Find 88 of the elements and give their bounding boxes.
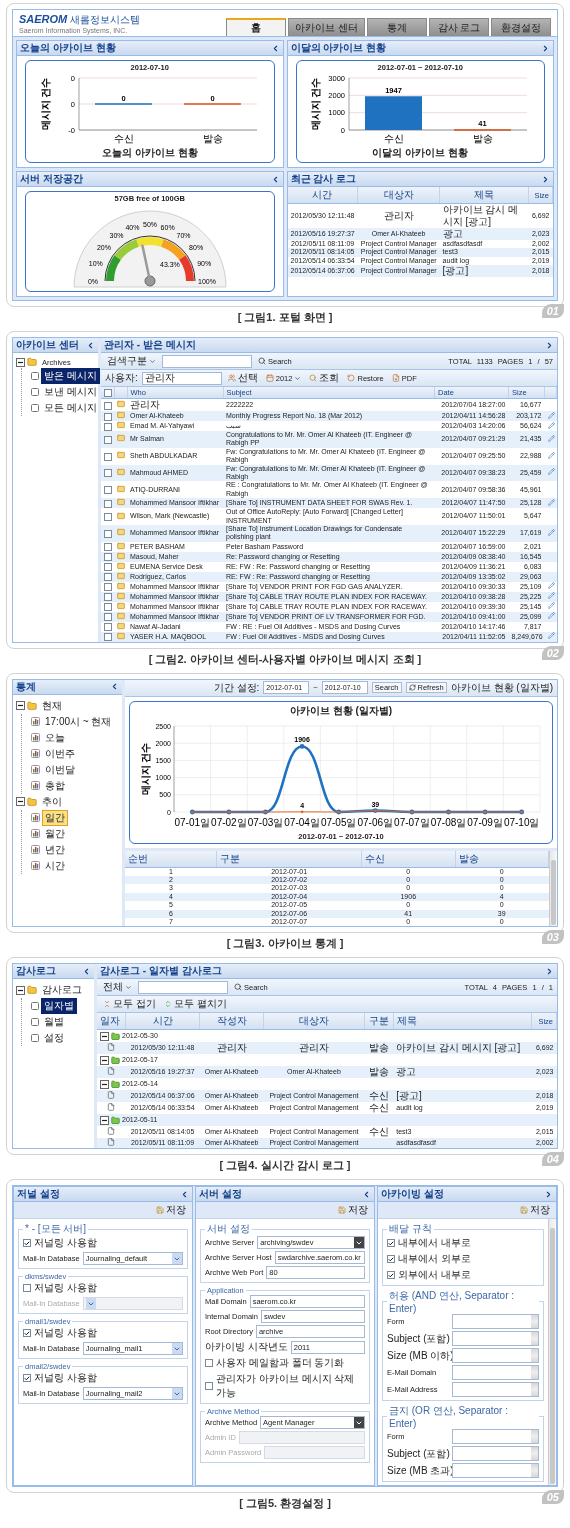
- field-label: Subject (포함): [387, 1446, 449, 1461]
- panel-title: 이달의 아카이브 현황: [290, 41, 387, 55]
- panel-title: 최근 감사 로그: [290, 172, 357, 186]
- checkbox-label: 내부에서 내부로: [398, 1236, 471, 1251]
- panel-title: 서버 설정: [199, 1187, 242, 1202]
- chart-title: 아카이브 현황 (일자별): [289, 703, 393, 718]
- panel-title: 저널 설정: [17, 1187, 60, 1202]
- checkbox-label: 저널링 사용함: [34, 1371, 97, 1386]
- company-name: 새롬정보시스템: [70, 13, 141, 27]
- table-cell: 관리자: [357, 203, 440, 228]
- axis-title: 이달의 아카이브 현황: [372, 146, 469, 160]
- column-header: 작성자: [199, 1013, 264, 1030]
- axis-label: 07-06일: [357, 816, 394, 828]
- figure-caption: [ 그림1. 포털 화면 ]: [237, 310, 333, 325]
- table-cell: 수신: [364, 1102, 394, 1115]
- checkbox-label: 저널링 사용함: [34, 1236, 97, 1251]
- axis-label: 07-10일: [503, 816, 540, 828]
- axis-label: 수신: [113, 133, 134, 144]
- axis-label: 발송: [472, 133, 493, 144]
- figure-caption: [ 그림4. 실시간 감시 로그 ]: [219, 1158, 351, 1174]
- axis-title: 메시지 건수: [139, 742, 151, 796]
- logo-wordmark: SAEROM: [19, 13, 68, 25]
- column-header: 대상자: [357, 187, 440, 204]
- table-cell: 관리자: [263, 1042, 365, 1055]
- period-label: 기간 설정:: [213, 680, 260, 695]
- column-header: 일자: [97, 1013, 126, 1030]
- checkbox-label: 외부에서 내부로: [398, 1268, 471, 1283]
- axis-title: 오늘의 아카이브 현황: [101, 146, 198, 160]
- checkbox-label: 사용자 메일함과 폴더 동기화: [216, 1356, 345, 1371]
- table-cell: 발송: [364, 1042, 394, 1055]
- checkbox-label: 저널링 사용함: [34, 1326, 97, 1341]
- group-legend: 서버 설정: [205, 1222, 252, 1237]
- checkbox-label: 내부에서 외부로: [398, 1252, 471, 1267]
- table-cell: [광고]: [393, 1090, 532, 1103]
- table-cell: 수신: [364, 1126, 394, 1139]
- panel-title: 오늘의 아카이브 현황: [20, 41, 116, 55]
- figure-number-badge: 02: [541, 645, 564, 660]
- panel-title: 감사로그: [16, 964, 56, 979]
- axis-label: 발송: [202, 133, 223, 144]
- group-legend: 허용 (AND 연산, Separator : Enter): [387, 1289, 539, 1315]
- table-cell: 아카이브 감시 메시지 [광고]: [393, 1042, 532, 1055]
- column-header: 대상자: [263, 1013, 365, 1030]
- field-label: 아카이빙 시작년도: [205, 1340, 288, 1355]
- table-cell: 광고: [393, 1066, 532, 1079]
- checkbox-label: 관리자가 아카이브 메시지 삭제 가능: [216, 1372, 356, 1401]
- table-cell: 아카이브 감시 메시지 [광고]: [439, 203, 529, 228]
- table-cell: 관리자: [127, 398, 223, 411]
- figure-number-badge: 04: [541, 1152, 564, 1167]
- column-header: 제목: [393, 1013, 532, 1030]
- table-cell: 관리자: [199, 1042, 264, 1055]
- panel-title: 아카이브 센터: [16, 338, 79, 352]
- group-legend: 금지 (OR 연산, Separator : Enter): [387, 1404, 539, 1430]
- table-cell: 수신: [364, 1090, 394, 1103]
- axis-label: 07-03일: [247, 816, 284, 828]
- axis-label: 07-01일: [174, 816, 211, 828]
- table-cell: 발송: [364, 1066, 394, 1079]
- column-header: 시간: [287, 187, 358, 204]
- axis-title: 메시지 건수: [39, 77, 51, 131]
- axis-label: 07-08일: [430, 816, 467, 828]
- table-cell: [광고]: [439, 265, 529, 278]
- figure-number-badge: 03: [541, 930, 564, 945]
- axis-label: 07-04일: [284, 816, 320, 828]
- table-cell: 광고: [439, 228, 529, 240]
- axis-title: 메시지 건수: [309, 77, 321, 131]
- panel-title: 감사로그 - 일자별 감사로그: [100, 964, 222, 979]
- figure-caption: [ 그림3. 아카이브 통계 ]: [226, 936, 344, 952]
- figure-caption: [ 그림5. 환경설정 ]: [239, 1496, 331, 1512]
- panel-title: 관리자 - 받은 메시지: [104, 338, 196, 352]
- axis-label: 수신: [383, 133, 404, 144]
- panel-title: 서버 저장공간: [20, 172, 83, 186]
- figure-caption: [ 그림2. 아카이브 센터-사용자별 아카이브 메시지 조회 ]: [148, 651, 422, 667]
- view-label: 아카이브 현황 (일자별): [450, 680, 553, 695]
- user-label: 사용자:: [105, 371, 138, 385]
- axis-label: 07-05일: [320, 816, 357, 828]
- field-label: Subject (포함): [387, 1331, 449, 1346]
- group-legend: * - [모든 서버]: [23, 1222, 89, 1237]
- panel-title: 아카이빙 설정: [381, 1187, 444, 1202]
- panel-title: 통계: [16, 679, 36, 694]
- figure-number-badge: 01: [541, 304, 564, 318]
- checkbox-label: 저널링 사용함: [34, 1281, 97, 1296]
- column-header: 시간: [125, 1013, 200, 1030]
- figure-number-badge: 05: [541, 1490, 564, 1505]
- column-header: 구분: [364, 1013, 394, 1030]
- axis-label: 07-02일: [211, 816, 247, 828]
- axis-label: 07-07일: [394, 816, 430, 828]
- axis-label: 07-09일: [467, 816, 503, 828]
- group-legend: 배달 규칙: [387, 1222, 434, 1237]
- column-header: 제목: [439, 187, 529, 204]
